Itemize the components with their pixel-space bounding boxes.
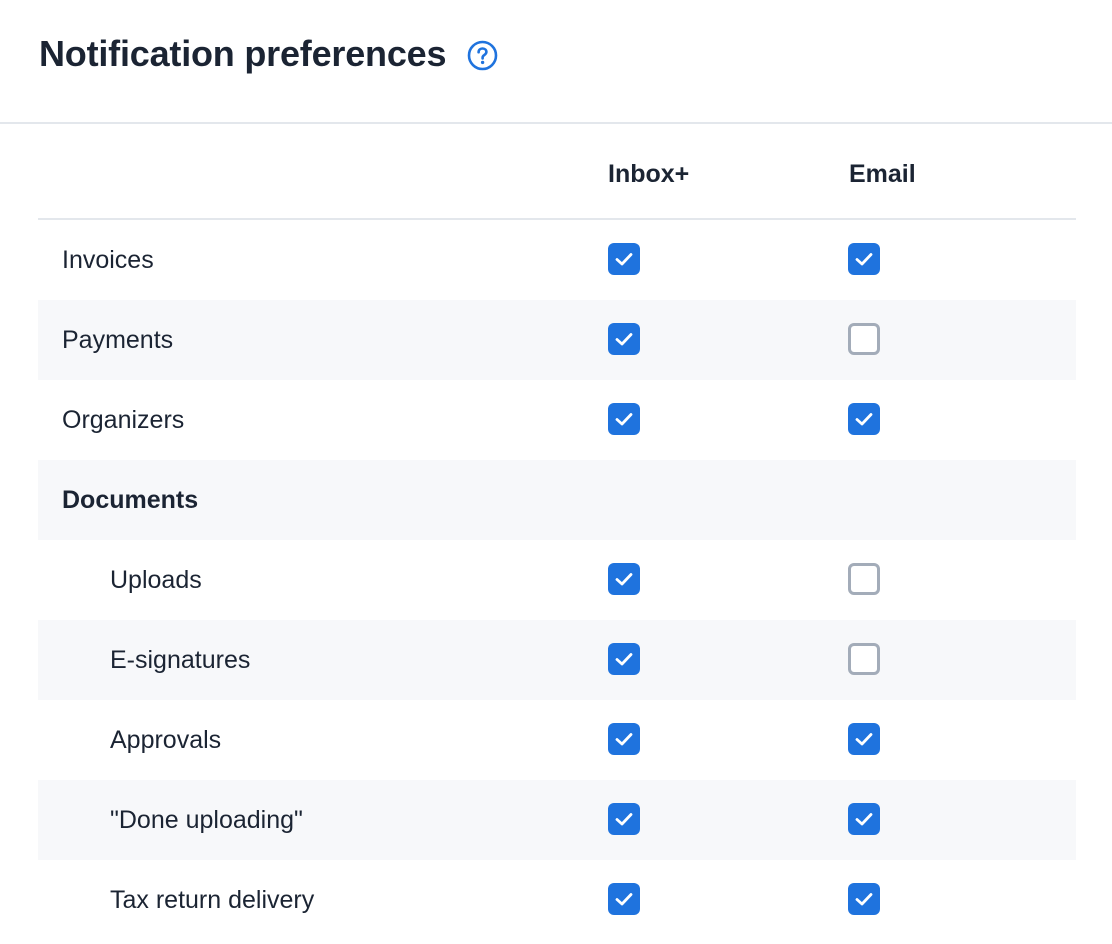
notification-preferences-page: Notification preferences Inbox+ Email In… (0, 0, 1112, 944)
check-icon (615, 733, 633, 746)
table-row-payments: Payments (38, 300, 1076, 380)
inbox-checkbox[interactable] (608, 643, 640, 675)
table-group-documents: Documents (38, 460, 1076, 540)
column-header-inbox: Inbox+ (608, 160, 690, 188)
table-row-approvals: Approvals (38, 700, 1076, 780)
table-row-done-uploading: "Done uploading" (38, 780, 1076, 860)
check-icon (615, 653, 633, 666)
inbox-checkbox[interactable] (608, 243, 640, 275)
check-icon (615, 333, 633, 346)
inbox-checkbox[interactable] (608, 883, 640, 915)
inbox-checkbox[interactable] (608, 723, 640, 755)
check-icon (855, 893, 873, 906)
check-icon (855, 733, 873, 746)
check-icon (855, 813, 873, 826)
table-row-tax-return-delivery: Tax return delivery (38, 860, 1076, 940)
table-row-invoices: Invoices (38, 220, 1076, 300)
email-checkbox[interactable] (848, 563, 880, 595)
row-label: Payments (62, 326, 174, 354)
email-checkbox[interactable] (848, 883, 880, 915)
check-icon (615, 253, 633, 266)
email-checkbox[interactable] (848, 323, 880, 355)
email-checkbox[interactable] (848, 403, 880, 435)
check-icon (615, 893, 633, 906)
email-checkbox[interactable] (848, 243, 880, 275)
row-label: "Done uploading" (110, 806, 303, 834)
table-row-organizers: Organizers (38, 380, 1076, 460)
email-checkbox[interactable] (848, 803, 880, 835)
row-label: Invoices (62, 246, 154, 274)
inbox-checkbox[interactable] (608, 563, 640, 595)
email-checkbox[interactable] (848, 643, 880, 675)
question-circle-icon[interactable] (467, 40, 498, 71)
row-label: Tax return delivery (110, 886, 315, 914)
email-checkbox[interactable] (848, 723, 880, 755)
preferences-table: Inbox+ Email Invoices Payments Organizer… (38, 124, 1076, 940)
page-header: Notification preferences (0, 0, 1112, 124)
table-row-uploads: Uploads (38, 540, 1076, 620)
inbox-checkbox[interactable] (608, 323, 640, 355)
check-icon (615, 813, 633, 826)
table-header: Inbox+ Email (38, 124, 1076, 220)
column-header-email: Email (849, 160, 916, 188)
row-label: Uploads (110, 566, 202, 594)
row-label: E-signatures (110, 646, 251, 674)
check-icon (615, 413, 633, 426)
group-label: Documents (62, 486, 199, 514)
table-row-e-signatures: E-signatures (38, 620, 1076, 700)
inbox-checkbox[interactable] (608, 403, 640, 435)
inbox-checkbox[interactable] (608, 803, 640, 835)
row-label: Organizers (62, 406, 185, 434)
check-icon (855, 253, 873, 266)
page-title: Notification preferences (39, 33, 447, 74)
check-icon (615, 573, 633, 586)
row-label: Approvals (110, 726, 222, 754)
check-icon (855, 413, 873, 426)
